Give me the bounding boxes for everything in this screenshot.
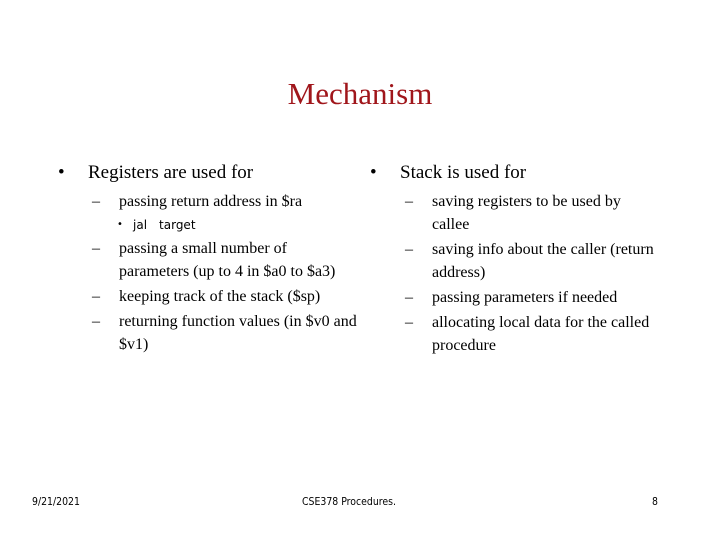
sub-item: – passing parameters if needed [370, 286, 660, 309]
dash-icon: – [405, 241, 413, 258]
bullet-text: Registers are used for [88, 162, 254, 183]
footer-date: 9/21/2021 [32, 495, 80, 508]
bullet-icon: • [370, 162, 377, 183]
code-instruction: jal [133, 218, 148, 232]
sub-item: – returning function values (in $v0 and … [58, 310, 358, 356]
bullet-icon: • [58, 162, 65, 183]
slide: Mechanism • Registers are used for – pas… [0, 0, 720, 540]
sub-item-text: passing return address in $ra [119, 193, 303, 210]
left-column: • Registers are used for – passing retur… [58, 160, 358, 356]
code-argument: target [159, 218, 196, 232]
sub-item-text: passing a small number of parameters (up… [119, 240, 336, 280]
bullet-text: Stack is used for [400, 162, 527, 183]
right-column: • Stack is used for – saving registers t… [370, 160, 660, 357]
sub-item: – passing a small number of parameters (… [58, 237, 358, 283]
sub-item-text: keeping track of the stack ($sp) [119, 288, 321, 305]
sub-item: – keeping track of the stack ($sp) [58, 285, 358, 308]
dash-icon: – [405, 289, 413, 306]
bullet-stack: • Stack is used for [370, 160, 660, 186]
sub-item-text: saving info about the caller (return add… [432, 241, 654, 281]
sub-item: – passing return address in $ra [58, 190, 358, 213]
sub-item-text: saving registers to be used by callee [432, 193, 621, 233]
sub-item-text: returning function values (in $v0 and $v… [119, 313, 357, 353]
sub-item: – saving info about the caller (return a… [370, 238, 660, 284]
page-number: 8 [652, 495, 658, 508]
sub-item-text: passing parameters if needed [432, 289, 618, 306]
sub-item: – allocating local data for the called p… [370, 311, 660, 357]
sub-sub-item: • jal target [58, 215, 358, 235]
dash-icon: – [92, 313, 100, 330]
dash-icon: – [405, 193, 413, 210]
bullet-registers: • Registers are used for [58, 160, 358, 186]
dash-icon: – [92, 240, 100, 257]
sub-item-text: allocating local data for the called pro… [432, 314, 650, 354]
footer-title: CSE378 Procedures. [302, 495, 397, 508]
small-bullet-icon: • [117, 219, 123, 230]
dash-icon: – [92, 288, 100, 305]
dash-icon: – [405, 314, 413, 331]
dash-icon: – [92, 193, 100, 210]
slide-title: Mechanism [287, 76, 433, 111]
sub-item: – saving registers to be used by callee [370, 190, 660, 236]
